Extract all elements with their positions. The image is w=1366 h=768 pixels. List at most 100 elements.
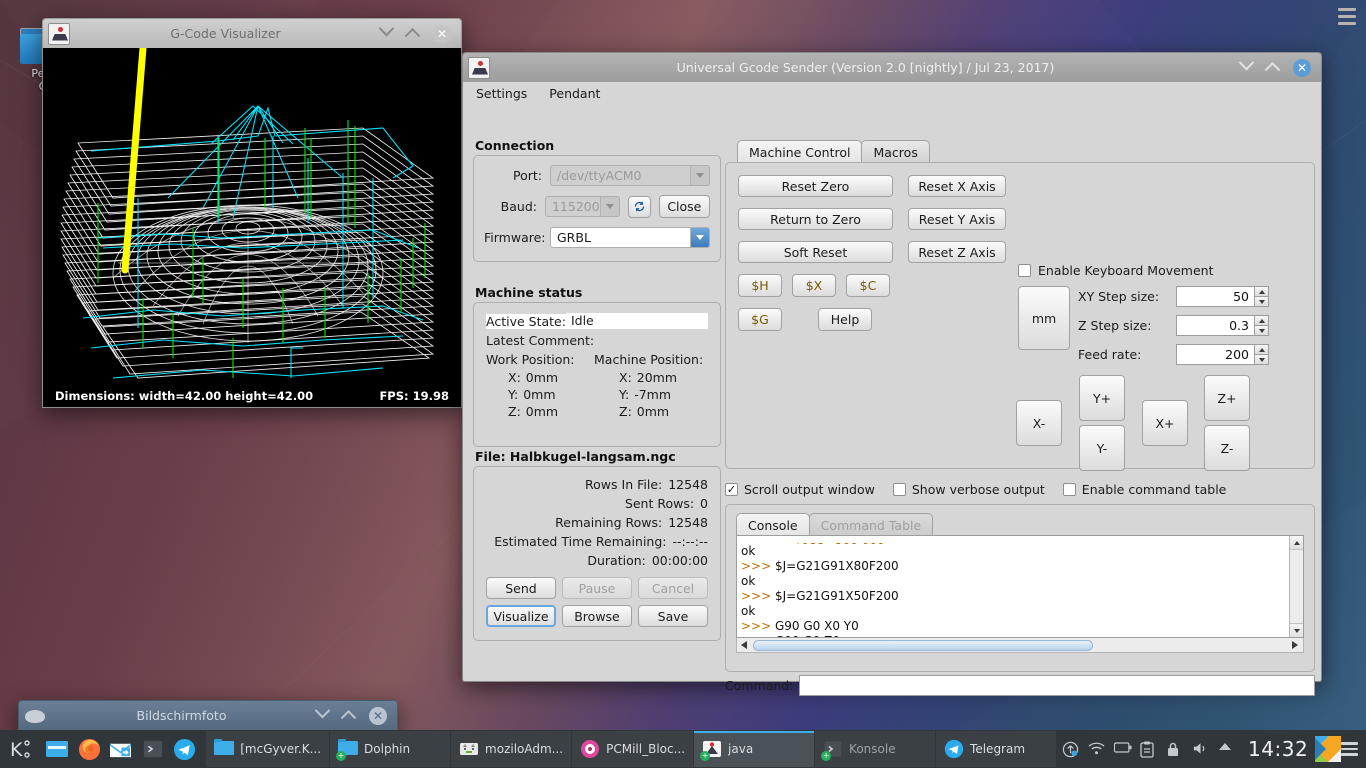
gcode-visualizer-window[interactable]: G-Code Visualizer ✕ Dimensions: width=42…: [42, 18, 462, 408]
browse-button[interactable]: Browse: [562, 605, 632, 627]
gcode-state-button[interactable]: $G: [738, 308, 782, 331]
task-label: Dolphin: [364, 742, 411, 756]
desktop-toolbox-icon[interactable]: [1338, 8, 1356, 25]
triangle-down-icon[interactable]: [1290, 623, 1303, 637]
z-step-size-stepper[interactable]: [1176, 315, 1269, 336]
close-connection-button[interactable]: Close: [658, 195, 710, 218]
soft-reset-button[interactable]: Soft Reset: [738, 241, 893, 263]
spinner-up-icon[interactable]: [1254, 315, 1269, 325]
help-button[interactable]: Help: [818, 308, 872, 331]
task-konsole[interactable]: + Konsole: [815, 731, 936, 767]
verbose-output-checkbox[interactable]: Show verbose output: [892, 482, 1045, 497]
z-step-size-input[interactable]: [1176, 315, 1254, 336]
console-horizontal-scrollbar[interactable]: [736, 638, 1304, 653]
ugs-titlebar[interactable]: Universal Gcode Sender (Version 2.0 [nig…: [462, 52, 1322, 82]
reset-x-axis-button[interactable]: Reset X Axis: [908, 175, 1006, 197]
clock[interactable]: 14:32: [1241, 737, 1315, 761]
baud-select[interactable]: 115200: [544, 196, 620, 217]
menu-pendant[interactable]: Pendant: [546, 84, 603, 103]
command-input[interactable]: [799, 675, 1315, 696]
hscroll-thumb[interactable]: [753, 639, 1093, 651]
triangle-up-icon[interactable]: [1290, 536, 1303, 550]
task-dolphin[interactable]: + Dolphin: [330, 731, 451, 767]
close-icon[interactable]: ✕: [433, 24, 451, 43]
task-mcgyver[interactable]: [mcGyver.K...: [206, 731, 330, 767]
task-java[interactable]: + java: [694, 731, 815, 767]
spinner-down-icon[interactable]: [1254, 354, 1269, 365]
spinner-up-icon[interactable]: [1254, 286, 1269, 296]
chevron-up-icon[interactable]: [1264, 60, 1283, 78]
scroll-output-checkbox[interactable]: Scroll output window: [725, 482, 875, 497]
show-hidden-icon[interactable]: [1218, 741, 1235, 758]
close-icon[interactable]: ✕: [369, 706, 387, 725]
units-button[interactable]: mm: [1018, 286, 1070, 350]
visualizer-titlebar[interactable]: G-Code Visualizer ✕: [42, 18, 462, 48]
ugs-app-icon: [48, 22, 70, 45]
volume-icon[interactable]: [1192, 741, 1209, 758]
triangle-right-icon[interactable]: [1288, 639, 1303, 652]
jog-z-plus-button[interactable]: Z+: [1204, 375, 1250, 421]
jog-z-minus-button[interactable]: Z-: [1204, 425, 1250, 471]
close-icon[interactable]: ✕: [1293, 58, 1311, 77]
lock-icon[interactable]: [1166, 741, 1183, 758]
terminal-icon[interactable]: [137, 730, 169, 768]
command-table-checkbox[interactable]: Enable command table: [1062, 482, 1226, 497]
xy-step-size-input[interactable]: [1176, 286, 1254, 307]
kde-menu-icon[interactable]: K: [0, 730, 42, 768]
spinner-down-icon[interactable]: [1254, 325, 1269, 336]
gimp-wilber-icon: [24, 705, 46, 727]
task-mozilo[interactable]: moziloAdm...: [451, 731, 572, 767]
visualize-button[interactable]: Visualize: [486, 605, 556, 627]
file-manager-icon[interactable]: [42, 730, 74, 768]
tab-macros[interactable]: Macros: [861, 140, 930, 163]
reset-zero-button[interactable]: Reset Zero: [738, 175, 893, 197]
firefox-icon[interactable]: [73, 730, 105, 768]
send-button[interactable]: Send: [486, 577, 556, 599]
console-vertical-scrollbar[interactable]: [1289, 536, 1303, 637]
chevron-down-icon[interactable]: [1238, 54, 1257, 76]
jog-y-plus-button[interactable]: Y+: [1079, 375, 1125, 421]
chevron-down-icon[interactable]: [378, 20, 397, 42]
jog-x-plus-button[interactable]: X+: [1142, 400, 1188, 446]
tab-machine-control[interactable]: Machine Control: [737, 140, 863, 163]
task-telegram[interactable]: Telegram: [936, 731, 1057, 767]
wifi-icon[interactable]: [1088, 741, 1105, 758]
email-icon[interactable]: [105, 730, 137, 768]
firmware-select[interactable]: GRBL: [550, 227, 710, 248]
xy-step-size-stepper[interactable]: [1176, 286, 1269, 307]
spinner-up-icon[interactable]: [1254, 344, 1269, 354]
port-select[interactable]: /dev/ttyACM0: [550, 165, 710, 186]
battery-icon[interactable]: [1113, 741, 1132, 758]
return-to-zero-button[interactable]: Return to Zero: [738, 208, 893, 230]
visualizer-canvas[interactable]: Dimensions: width=42.00 height=42.00 FPS…: [42, 48, 462, 408]
refresh-icon[interactable]: [627, 195, 651, 218]
hamburger-icon[interactable]: [1341, 742, 1359, 756]
enable-keyboard-movement-checkbox[interactable]: Enable Keyboard Movement: [1018, 263, 1214, 278]
jog-x-minus-button[interactable]: X-: [1016, 400, 1062, 446]
triangle-left-icon[interactable]: [737, 639, 752, 652]
feed-rate-input[interactable]: [1176, 344, 1254, 365]
feed-rate-stepper[interactable]: [1176, 344, 1269, 365]
telegram-icon[interactable]: [169, 730, 201, 768]
jog-y-minus-button[interactable]: Y-: [1079, 425, 1125, 471]
update-icon[interactable]: [1062, 741, 1079, 758]
spinner-down-icon[interactable]: [1254, 296, 1269, 307]
screenshot-window[interactable]: Bildschirmfoto ✕: [18, 700, 398, 732]
check-command-button[interactable]: $C: [846, 274, 890, 297]
clipboard-icon[interactable]: [1140, 741, 1157, 758]
ugs-main-window[interactable]: Universal Gcode Sender (Version 2.0 [nig…: [462, 52, 1322, 696]
reset-z-axis-button[interactable]: Reset Z Axis: [908, 241, 1006, 263]
chevron-down-icon[interactable]: [314, 702, 333, 724]
task-pcmill[interactable]: PCMill_Bloc...: [572, 731, 694, 767]
home-command-button[interactable]: $H: [738, 274, 782, 297]
kde-logo-icon[interactable]: [1315, 736, 1342, 762]
tab-console[interactable]: Console: [736, 513, 810, 536]
reset-y-axis-button[interactable]: Reset Y Axis: [908, 208, 1006, 230]
save-button[interactable]: Save: [638, 605, 708, 627]
menu-settings[interactable]: Settings: [473, 84, 530, 103]
screenshot-titlebar[interactable]: Bildschirmfoto ✕: [18, 700, 398, 730]
chevron-up-icon[interactable]: [340, 708, 359, 726]
chevron-up-icon[interactable]: [404, 26, 423, 44]
console-output[interactable]: $132=200.000 ok >>> $J=G21G91X80F200 ok …: [736, 535, 1304, 638]
unlock-command-button[interactable]: $X: [792, 274, 836, 297]
